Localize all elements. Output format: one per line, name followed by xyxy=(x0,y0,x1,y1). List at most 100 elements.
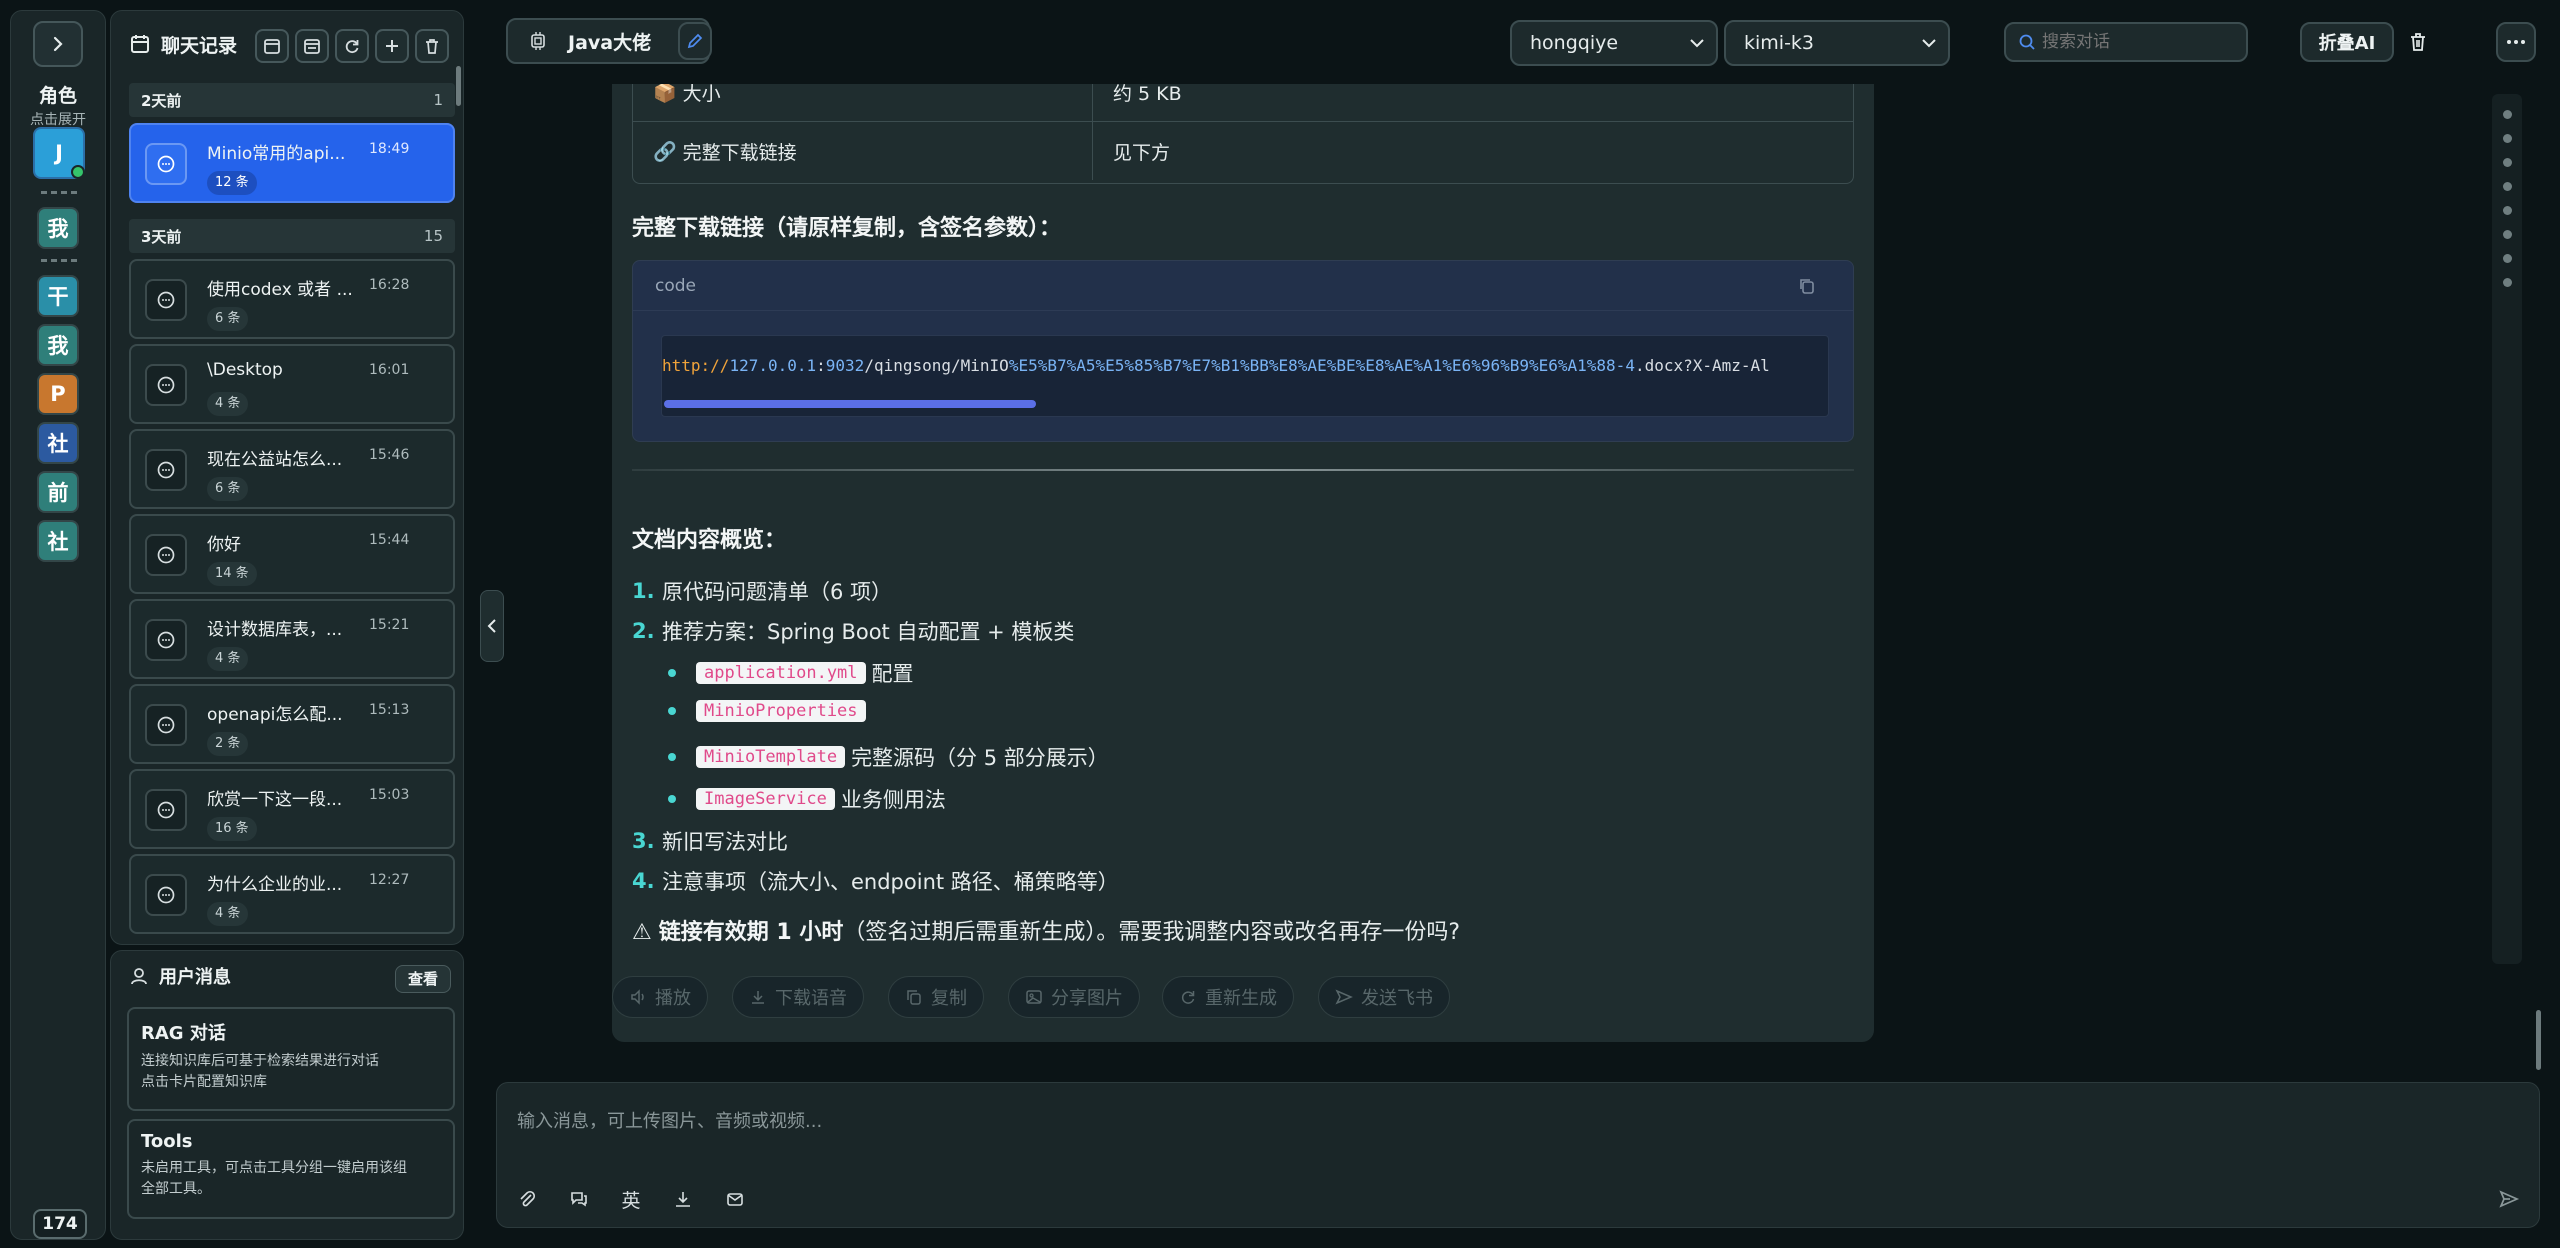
role-avatar[interactable]: 社 xyxy=(37,422,79,464)
attach-button[interactable] xyxy=(511,1183,543,1215)
role-avatar[interactable]: 我 xyxy=(37,324,79,366)
edit-name-button[interactable] xyxy=(678,22,712,60)
conversation-item-active[interactable]: Minio常用的api... 18:49 12 条 xyxy=(129,123,455,203)
role-avatar-letter: 社 xyxy=(47,432,69,456)
outline-dot[interactable] xyxy=(2503,182,2512,191)
download-button[interactable] xyxy=(667,1183,699,1215)
copy-button[interactable]: 复制 xyxy=(888,976,984,1018)
conversation-title: Minio常用的api... xyxy=(207,144,346,164)
provider-select[interactable]: hongqiye xyxy=(1510,20,1718,66)
tools-card[interactable]: Tools 未启用工具，可点击工具分组一键启用该组 全部工具。 xyxy=(127,1119,455,1219)
rail-divider xyxy=(41,191,77,194)
conversation-title: 欣赏一下这一段... xyxy=(207,790,343,810)
code-scrollbar[interactable] xyxy=(664,400,1036,408)
calendar-button[interactable] xyxy=(255,29,289,63)
card-title: RAG 对话 xyxy=(141,1023,226,1044)
fold-ai-button[interactable]: 折叠AI xyxy=(2300,22,2394,62)
copy-icon[interactable] xyxy=(1797,276,1817,296)
conversation-time: 16:28 xyxy=(369,277,410,293)
assistant-message: 📦 大小 约 5 KB 🔗 完整下载链接 见下方 完整下载链接（请原样复制，含签名参… xyxy=(612,84,1874,1042)
rag-card[interactable]: RAG 对话 连接知识库后可基于检索结果进行对话 点击卡片配置知识库 xyxy=(127,1007,455,1111)
bullet-text: 配置 xyxy=(871,662,914,686)
role-avatar[interactable]: 社 xyxy=(37,520,79,562)
message-count-badge: 12 条 xyxy=(207,171,257,195)
role-avatar[interactable]: 干 xyxy=(37,275,79,317)
conversation-item[interactable]: 现在公益站怎么... 15:46 6 条 xyxy=(129,429,455,509)
card-title: Tools xyxy=(141,1131,193,1152)
share-image-button[interactable]: 分享图片 xyxy=(1008,976,1140,1018)
action-label: 分享图片 xyxy=(1051,988,1123,1009)
chat-bubble-icon xyxy=(145,143,187,185)
expand-rail-button[interactable] xyxy=(33,21,83,67)
list-item: 1. 原代码问题清单（6 项） xyxy=(632,576,892,606)
outline-dot[interactable] xyxy=(2503,134,2512,143)
chat-bubble-icon xyxy=(145,449,187,491)
chat-bubble-icon xyxy=(145,279,187,321)
speaker-icon xyxy=(631,989,644,1005)
outline-dot[interactable] xyxy=(2503,254,2512,263)
list-text: 注意事项（流大小、endpoint 路径、桶策略等） xyxy=(662,870,1119,894)
delete-chats-button[interactable] xyxy=(415,29,449,63)
list-item: 3. 新旧写法对比 xyxy=(632,826,788,856)
conversation-item[interactable]: \Desktop 16:01 4 条 xyxy=(129,344,455,424)
action-label: 播放 xyxy=(655,988,691,1009)
main-scrollbar[interactable] xyxy=(2536,1010,2541,1070)
role-avatar[interactable]: 前 xyxy=(37,471,79,513)
bullet-item: MinioTemplate 完整源码（分 5 部分展示） xyxy=(668,742,1109,772)
mail-icon xyxy=(727,1193,743,1206)
calendar-range-button[interactable] xyxy=(295,29,329,63)
role-avatar[interactable]: P xyxy=(37,373,79,415)
bullet-dot xyxy=(668,707,676,715)
trash-icon xyxy=(2411,33,2425,51)
outline-dot[interactable] xyxy=(2503,110,2512,119)
download-audio-button[interactable]: 下载语音 xyxy=(732,976,864,1018)
message-count-badge: 4 条 xyxy=(207,902,249,926)
search-box[interactable] xyxy=(2004,22,2248,62)
outline-dot[interactable] xyxy=(2503,230,2512,239)
message-input[interactable]: 输入消息，可上传图片、音频或视频... xyxy=(517,1107,822,1133)
send-icon xyxy=(2499,1190,2520,1208)
chevron-right-icon xyxy=(53,36,63,52)
conversation-item[interactable]: 欣赏一下这一段... 15:03 16 条 xyxy=(129,769,455,849)
delete-chat-button[interactable] xyxy=(2404,28,2432,56)
view-button[interactable]: 查看 xyxy=(395,965,451,993)
model-select[interactable]: kimi-k3 xyxy=(1724,20,1950,66)
new-chat-button[interactable] xyxy=(375,29,409,63)
conversation-item[interactable]: 使用codex 或者 ... 16:28 6 条 xyxy=(129,259,455,339)
role-avatar[interactable]: 我 xyxy=(37,207,79,249)
card-description: 连接知识库后可基于检索结果进行对话 xyxy=(141,1053,379,1069)
conversation-item[interactable]: 为什么企业的业... 12:27 4 条 xyxy=(129,854,455,934)
refresh-icon xyxy=(1181,991,1195,1004)
link-icon: 🔗 xyxy=(653,140,677,163)
chat-bubble-icon xyxy=(145,874,187,916)
conversation-time: 18:49 xyxy=(369,141,410,157)
group-label: 2天前 xyxy=(141,91,182,110)
conversation-item[interactable]: openapi怎么配... 15:13 2 条 xyxy=(129,684,455,764)
search-input[interactable] xyxy=(2042,32,2232,52)
mail-button[interactable] xyxy=(719,1183,751,1215)
code-block: code http://127.0.0.1:9032/qingsong/MinI… xyxy=(632,260,1854,442)
code-content[interactable]: http://127.0.0.1:9032/qingsong/MinIO%E5%… xyxy=(661,335,1829,417)
conversation-item[interactable]: 你好 15:44 14 条 xyxy=(129,514,455,594)
table-row: 🔗 完整下载链接 见下方 xyxy=(633,122,1853,180)
chat-mode-button[interactable] xyxy=(563,1183,595,1215)
code-chip: MinioProperties xyxy=(696,700,866,722)
code-language: code xyxy=(655,275,696,296)
outline-dot[interactable] xyxy=(2503,158,2512,167)
chat-bubble-icon xyxy=(145,364,187,406)
language-toggle[interactable]: 英 xyxy=(615,1183,647,1215)
group-header: 3天前 15 xyxy=(129,219,455,253)
chat-list-scrollbar[interactable] xyxy=(456,66,461,106)
more-button[interactable] xyxy=(2496,22,2536,62)
send-feishu-button[interactable]: 发送飞书 xyxy=(1318,976,1450,1018)
chevron-down-icon xyxy=(1690,39,1704,48)
send-button[interactable] xyxy=(2491,1181,2527,1217)
play-button[interactable]: 播放 xyxy=(612,976,708,1018)
role-avatar-active[interactable]: J xyxy=(33,127,85,179)
refresh-button[interactable] xyxy=(335,29,369,63)
regenerate-button[interactable]: 重新生成 xyxy=(1162,976,1294,1018)
conversation-item[interactable]: 设计数据库表，... 15:21 4 条 xyxy=(129,599,455,679)
bullet-item: ImageService 业务侧用法 xyxy=(668,784,946,814)
outline-dot[interactable] xyxy=(2503,278,2512,287)
outline-dot[interactable] xyxy=(2503,206,2512,215)
